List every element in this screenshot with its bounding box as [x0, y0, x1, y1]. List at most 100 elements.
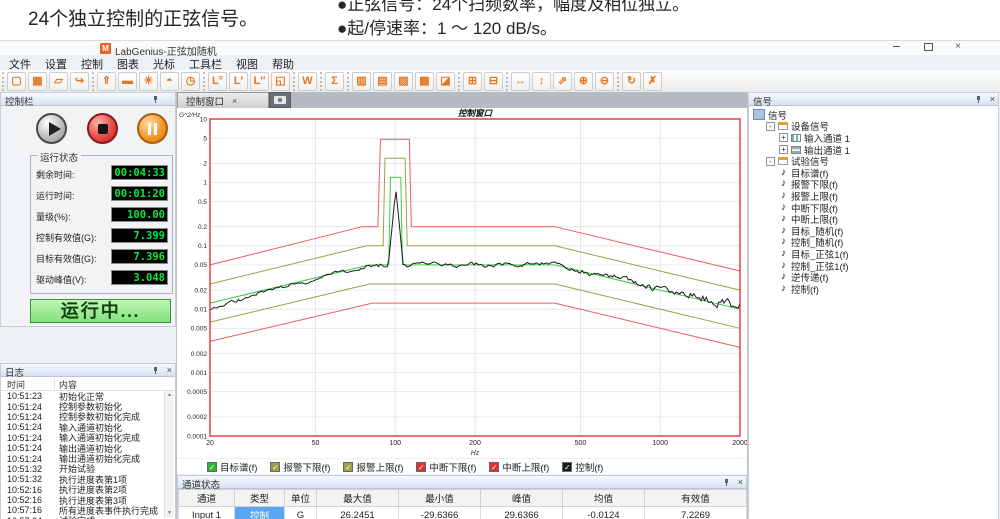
legend-checkbox[interactable]: ✓ [270, 462, 280, 472]
close-icon[interactable]: × [990, 93, 995, 105]
tab-close-icon[interactable]: × [232, 96, 237, 106]
close-icon[interactable]: × [738, 476, 743, 488]
tree-item[interactable]: ♪目标谱(f) [749, 167, 998, 179]
tree-item[interactable]: ♪报警下限(f) [749, 179, 998, 191]
status-row: 量级(%):100.00 [36, 207, 168, 223]
new-file-button[interactable]: ▢ [7, 72, 26, 91]
channel-status-table: 通道类型单位最大值最小值峰值均值有效值Input 1控制G26.2451-29.… [178, 489, 747, 519]
layout-split-button[interactable]: ⊞ [463, 72, 482, 91]
cancel-button[interactable]: ✗ [643, 72, 662, 91]
windows-layout-button[interactable]: ◱ [271, 72, 290, 91]
collapse-icon[interactable]: - [766, 122, 775, 131]
zoom-in-button[interactable]: ⊕ [574, 72, 593, 91]
x-tick-label: 2000 [732, 440, 747, 447]
running-indicator[interactable]: 运行中... [30, 299, 171, 323]
tree-item[interactable]: 信号 [749, 109, 998, 121]
tree-item[interactable]: -设备信号 [749, 121, 998, 133]
fit-vertical-button[interactable]: ↕ [532, 72, 551, 91]
word-report-button[interactable]: W [298, 72, 317, 91]
tree-item[interactable]: -试验信号 [749, 155, 998, 167]
tree-item[interactable]: ♪目标_随机(f) [749, 225, 998, 237]
tree-item[interactable]: ♪报警上限(f) [749, 190, 998, 202]
y-tick-label: 0.0002 [187, 414, 207, 421]
y-axis-label: G^2/Hz [179, 112, 201, 119]
status-row: 目标有效值(G):7.396 [36, 249, 168, 265]
expand-icon[interactable]: + [779, 133, 788, 142]
y-tick-label: 0.0005 [187, 389, 207, 396]
log-content: 试验完成 [59, 514, 165, 519]
tree-item[interactable]: ♪控制_随机(f) [749, 237, 998, 249]
tree-item[interactable]: ♪控制_正弦1(f) [749, 260, 998, 272]
sum-sigma-button[interactable]: Σ [325, 72, 344, 91]
log-col-content: 内容 [59, 378, 77, 391]
status-row-value: 7.399 [111, 228, 168, 243]
log-time: 10:51:23 [1, 391, 59, 401]
log-rows: 10:51:23初始化正常10:51:24控制参数初始化10:51:24控制参数… [1, 391, 165, 519]
signal-icon: ♪ [779, 179, 788, 189]
x-axis-label: Hz [471, 450, 480, 457]
close-icon[interactable]: × [167, 364, 172, 376]
chart-grid-button[interactable]: ▩ [415, 72, 434, 91]
zoom-out-button[interactable]: ⊖ [595, 72, 614, 91]
legend-checkbox[interactable]: ✓ [489, 462, 499, 472]
scroll-down-icon[interactable]: ▼ [165, 510, 174, 517]
pin-icon[interactable] [975, 96, 982, 104]
export-button[interactable]: ↪ [70, 72, 89, 91]
tree-item[interactable]: ♪逆传递(f) [749, 271, 998, 283]
refresh-button[interactable]: ↻ [622, 72, 641, 91]
y-tick-label: 0.5 [198, 199, 207, 206]
input-icon [791, 134, 801, 142]
chart-bars-1-button[interactable]: ▥ [352, 72, 371, 91]
fit-diagonal-button[interactable]: ⇗ [553, 72, 572, 91]
stop-button[interactable] [87, 113, 118, 144]
tree-item[interactable]: +输出通道 1 [749, 144, 998, 156]
legend-checkbox[interactable]: ✓ [562, 462, 572, 472]
print-button[interactable]: ⇑ [97, 72, 116, 91]
legend-checkbox[interactable]: ✓ [416, 462, 426, 472]
start-button[interactable] [36, 113, 67, 144]
level-1-button[interactable]: L° [208, 72, 227, 91]
snapshot-tab[interactable] [269, 92, 291, 108]
pin-icon[interactable] [152, 367, 159, 375]
control-chart-svg[interactable]: 105210.50.20.10.050.020.010.0050.0020.00… [177, 108, 747, 458]
settings-gear-button[interactable]: ✳ [139, 72, 158, 91]
control-bar-title: 控制栏 [5, 97, 34, 108]
legend-item: ✓中断下限(f) [416, 460, 476, 474]
layout-lock-button[interactable]: ⊟ [484, 72, 503, 91]
color-rings-button[interactable]: ◓ [160, 72, 179, 91]
table-cell: Input 1 [179, 507, 235, 519]
log-time: 10:51:24 [1, 422, 59, 432]
open-button[interactable]: ▱ [49, 72, 68, 91]
chart-bars-2-button[interactable]: ▤ [373, 72, 392, 91]
log-scrollbar[interactable]: ▲ ▼ [164, 391, 174, 518]
table-row[interactable]: Input 1控制G26.2451-29.636629.6366-0.01247… [179, 507, 747, 519]
level-3-button[interactable]: L″ [250, 72, 269, 91]
collapse-icon[interactable]: - [766, 157, 775, 166]
pause-button[interactable] [137, 113, 168, 144]
level-2-button[interactable]: L′ [229, 72, 248, 91]
scroll-up-icon[interactable]: ▲ [165, 392, 174, 399]
chart-bars-3-button[interactable]: ▧ [394, 72, 413, 91]
tree-item[interactable]: ♪中断下限(f) [749, 202, 998, 214]
tree-item[interactable]: ♪目标_正弦1(f) [749, 248, 998, 260]
signal-tree: 信号-设备信号+输入通道 1+输出通道 1-试验信号♪目标谱(f)♪报警下限(f… [749, 106, 998, 295]
tree-item[interactable]: +输入通道 1 [749, 132, 998, 144]
fit-horizontal-button[interactable]: ↔ [511, 72, 530, 91]
chart-dark-button[interactable]: ◪ [436, 72, 455, 91]
screen-button[interactable]: ▬ [118, 72, 137, 91]
tree-item-label: 控制(f) [791, 282, 819, 296]
minimize-button[interactable] [884, 41, 908, 54]
legend-checkbox[interactable]: ✓ [343, 462, 353, 472]
expand-icon[interactable]: + [779, 145, 788, 154]
pin-icon[interactable] [723, 479, 730, 487]
log-time: 10:51:24 [1, 402, 59, 412]
tree-item[interactable]: ♪中断上限(f) [749, 213, 998, 225]
save-button[interactable]: ▦ [28, 72, 47, 91]
window-close-button[interactable]: × [946, 41, 970, 54]
schedule-clock-button[interactable]: ◷ [181, 72, 200, 91]
tab-control-window[interactable]: 控制窗口 × [177, 92, 269, 108]
pin-icon[interactable] [152, 96, 159, 104]
tree-item[interactable]: ♪控制(f) [749, 283, 998, 295]
legend-checkbox[interactable]: ✓ [207, 462, 217, 472]
maximize-button[interactable] [916, 41, 940, 54]
